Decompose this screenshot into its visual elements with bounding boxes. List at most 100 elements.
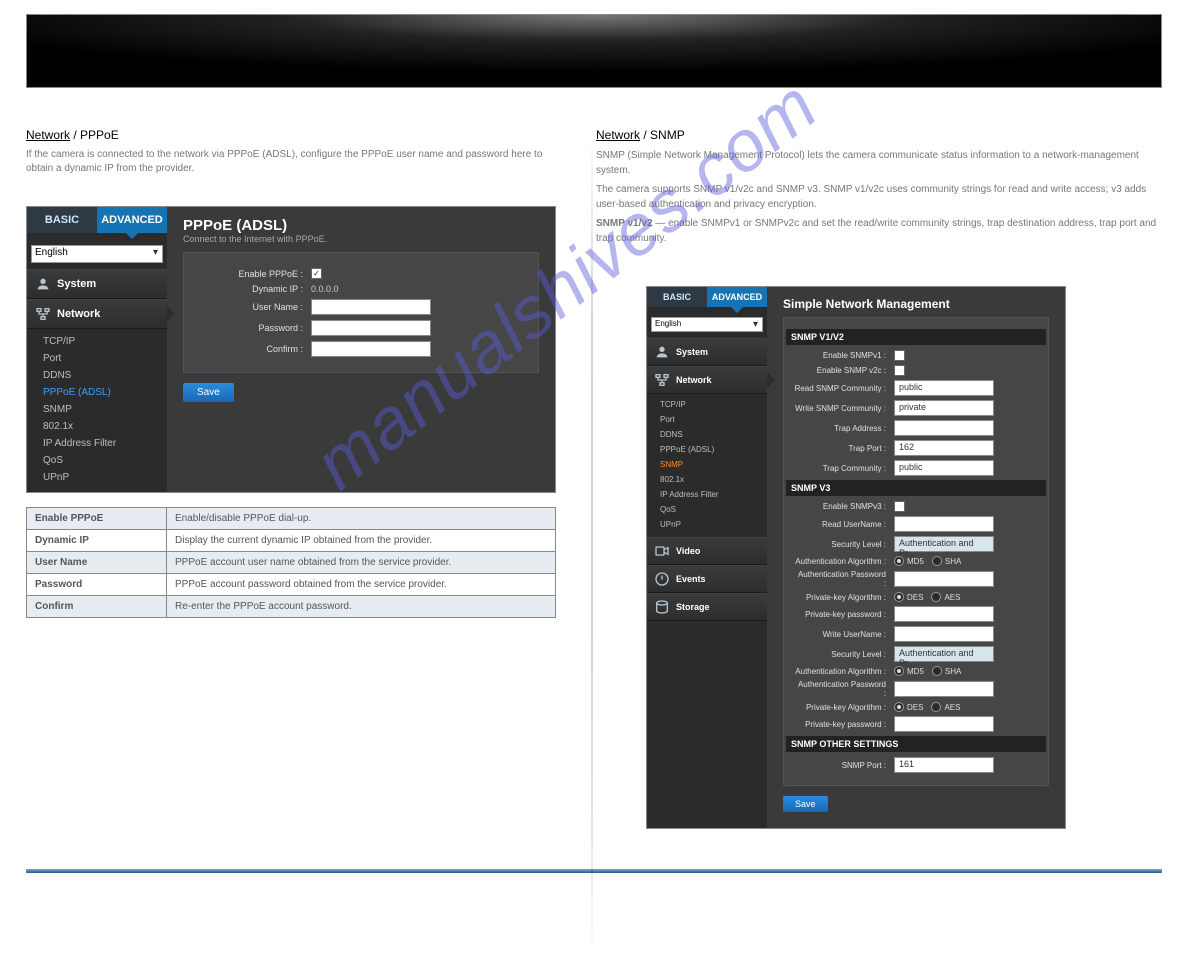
snmp-screenshot: BASIC ADVANCED English System Network TC… [646, 286, 1066, 829]
sidebar-item-ddns[interactable]: DDNS [43, 367, 159, 384]
checkbox-enable-pppoe[interactable]: ✓ [311, 268, 322, 279]
input-trap-port[interactable]: 162 [894, 440, 994, 456]
language-select[interactable]: English [31, 245, 163, 263]
label-password: Password : [196, 323, 311, 333]
sidebar-item-upnp-2[interactable]: UPnP [660, 517, 761, 532]
tab-basic-2[interactable]: BASIC [647, 287, 707, 307]
label-auth-pass-w: Authentication Password : [794, 680, 894, 698]
radio-des-r[interactable]: DES [894, 592, 923, 602]
sidebar-item-pppoe[interactable]: PPPoE (ADSL) [43, 384, 159, 401]
system-icon [35, 276, 51, 292]
input-read-user[interactable] [894, 516, 994, 532]
sidebar-network-subitems: TCP/IP Port DDNS PPPoE (ADSL) SNMP 802.1… [27, 329, 167, 492]
sidebar-item-qos[interactable]: QoS [43, 452, 159, 469]
input-password[interactable] [311, 320, 431, 336]
sidebar-group-network-2[interactable]: Network [647, 366, 767, 394]
left-section-title-rest: / PPPoE [73, 128, 118, 142]
save-button-2[interactable]: Save [783, 796, 828, 812]
label-sec-level-r: Security Level : [794, 540, 894, 549]
label-sec-level-w: Security Level : [794, 650, 894, 659]
radio-aes-w[interactable]: AES [931, 702, 960, 712]
sidebar-item-ddns-2[interactable]: DDNS [660, 427, 761, 442]
sidebar-group-network[interactable]: Network [27, 299, 167, 329]
sidebar-group-system-2-label: System [676, 347, 708, 357]
select-sec-level-r[interactable]: Authentication and Pr... [894, 536, 994, 552]
events-icon [654, 571, 670, 587]
checkbox-enable-v2[interactable] [894, 365, 905, 376]
label-write-user: Write UserName : [794, 630, 894, 639]
radio-sha-w[interactable]: SHA [932, 666, 961, 676]
sidebar-group-events-label: Events [676, 574, 706, 584]
sidebar-group-events[interactable]: Events [647, 565, 767, 593]
sidebar-item-snmp-2[interactable]: SNMP [660, 457, 761, 472]
sidebar-item-snmp[interactable]: SNMP [43, 401, 159, 418]
select-sec-level-w[interactable]: Authentication and Pr... [894, 646, 994, 662]
left-intro-text: If the camera is connected to the networ… [26, 148, 556, 176]
left-section-title: Network / PPPoE [26, 128, 556, 142]
radio-des-w[interactable]: DES [894, 702, 923, 712]
sidebar-item-qos-2[interactable]: QoS [660, 502, 761, 517]
left-section-title-underline: Network [26, 128, 70, 142]
input-priv-pass-w[interactable] [894, 716, 994, 732]
label-confirm: Confirm : [196, 344, 311, 354]
input-read-community[interactable]: public [894, 380, 994, 396]
sidebar-item-tcpip-2[interactable]: TCP/IP [660, 397, 761, 412]
input-priv-pass-r[interactable] [894, 606, 994, 622]
radio-aes-r[interactable]: AES [931, 592, 960, 602]
sidebar-item-port[interactable]: Port [43, 350, 159, 367]
label-snmp-port: SNMP Port : [794, 761, 894, 770]
radio-md5-r[interactable]: MD5 [894, 556, 924, 566]
right-section-title-rest: / SNMP [643, 128, 684, 142]
sidebar-group-storage[interactable]: Storage [647, 593, 767, 621]
label-read-user: Read UserName : [794, 520, 894, 529]
label-priv-algo-w: Private-key Algorithm : [794, 703, 894, 712]
radio-sha-r[interactable]: SHA [932, 556, 961, 566]
input-username[interactable] [311, 299, 431, 315]
pppoe-param-table: Enable PPPoEEnable/disable PPPoE dial-up… [26, 507, 556, 618]
right-section-title: Network / SNMP [596, 128, 1162, 142]
input-auth-pass-r[interactable] [894, 571, 994, 587]
language-select-2[interactable]: English [651, 317, 763, 332]
label-enable-v1: Enable SNMPv1 : [794, 351, 894, 360]
sidebar-item-tcpip[interactable]: TCP/IP [43, 333, 159, 350]
save-button[interactable]: Save [183, 383, 234, 402]
checkbox-enable-v1[interactable] [894, 350, 905, 361]
radio-md5-w[interactable]: MD5 [894, 666, 924, 676]
sidebar-group-network-label: Network [57, 308, 100, 320]
sidebar-item-upnp[interactable]: UPnP [43, 469, 159, 486]
input-trap-address[interactable] [894, 420, 994, 436]
sidebar-group-storage-label: Storage [676, 602, 710, 612]
table-h1: Enable PPPoE [27, 508, 167, 530]
label-enable-pppoe: Enable PPPoE : [196, 269, 311, 279]
tab-basic[interactable]: BASIC [27, 207, 97, 233]
sidebar-group-system[interactable]: System [27, 269, 167, 299]
sidebar-group-network-2-label: Network [676, 375, 712, 385]
right-para-3: SNMP v1/v2 — enable SNMPv1 or SNMPv2c an… [596, 216, 1162, 246]
sidebar-group-video[interactable]: Video [647, 537, 767, 565]
label-write-community: Write SNMP Community : [794, 404, 894, 413]
label-priv-pass-r: Private-key password : [794, 610, 894, 619]
input-write-community[interactable]: private [894, 400, 994, 416]
right-para-1: SNMP (Simple Network Management Protocol… [596, 148, 1162, 178]
right-para-2: The camera supports SNMP v1/v2c and SNMP… [596, 182, 1162, 212]
column-divider [591, 128, 593, 969]
label-priv-algo-r: Private-key Algorithm : [794, 593, 894, 602]
panel-subheading: Connect to the Internet with PPPoE. [183, 234, 539, 244]
input-snmp-port[interactable]: 161 [894, 757, 994, 773]
sidebar-group-system-2[interactable]: System [647, 338, 767, 366]
input-confirm[interactable] [311, 341, 431, 357]
input-auth-pass-w[interactable] [894, 681, 994, 697]
sidebar-item-dot1x[interactable]: 802.1x [43, 418, 159, 435]
input-write-user[interactable] [894, 626, 994, 642]
tab-advanced-2[interactable]: ADVANCED [707, 287, 767, 307]
sidebar-item-dot1x-2[interactable]: 802.1x [660, 472, 761, 487]
input-trap-community[interactable]: public [894, 460, 994, 476]
sidebar-item-pppoe-2[interactable]: PPPoE (ADSL) [660, 442, 761, 457]
checkbox-enable-v3[interactable] [894, 501, 905, 512]
tab-advanced[interactable]: ADVANCED [97, 207, 167, 233]
sidebar-item-port-2[interactable]: Port [660, 412, 761, 427]
section-head-v12: SNMP V1/V2 [786, 329, 1046, 345]
table-d1: Enable/disable PPPoE dial-up. [167, 508, 556, 530]
sidebar-item-ipfilter-2[interactable]: IP Address Filter [660, 487, 761, 502]
sidebar-item-ipfilter[interactable]: IP Address Filter [43, 435, 159, 452]
